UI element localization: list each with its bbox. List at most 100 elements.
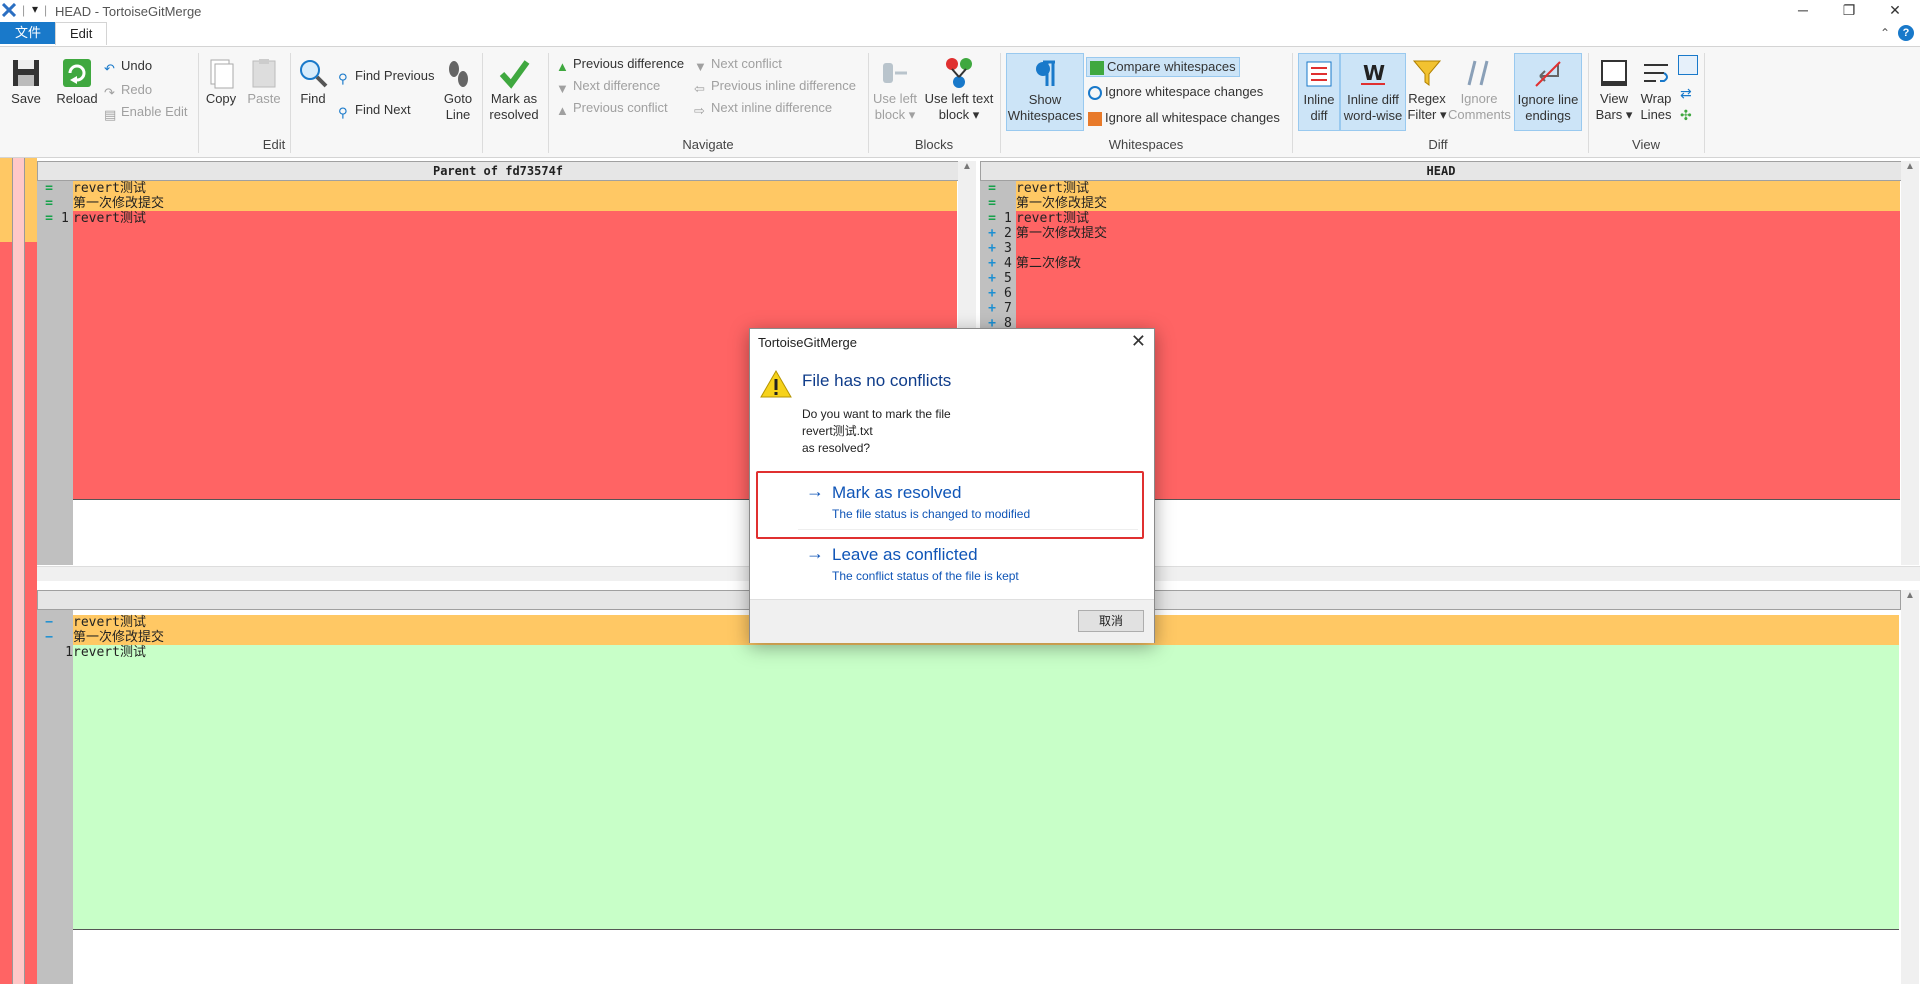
title-bar: | ▾ | HEAD - TortoiseGitMerge ─ ❐ ✕ bbox=[0, 0, 1920, 22]
use-left-text-label-2: block bbox=[938, 107, 970, 122]
dialog-body-filename: revert测试.txt bbox=[802, 424, 873, 438]
leave-as-conflicted-option[interactable]: → Leave as conflicted The conflict statu… bbox=[796, 541, 1136, 591]
copy-button[interactable]: Copy bbox=[202, 57, 240, 107]
paste-button[interactable]: Paste bbox=[244, 57, 284, 107]
show-whitespaces-button[interactable]: Show Whitespaces bbox=[1006, 53, 1084, 131]
use-left-block-label-1: Use left bbox=[872, 91, 918, 106]
code-line: = 第一次修改提交 bbox=[988, 196, 1108, 211]
ignore-all-whitespace-button[interactable]: Ignore all whitespace changes bbox=[1088, 109, 1280, 127]
tab-edit[interactable]: Edit bbox=[55, 22, 108, 45]
next-inline-difference-button[interactable]: ⇨ Next inline difference bbox=[694, 99, 833, 118]
code-line: +7 bbox=[988, 301, 1012, 316]
locator-bar-left[interactable] bbox=[0, 158, 12, 984]
ignore-line-endings-label-2: endings bbox=[1525, 108, 1571, 123]
leave-as-conflicted-option-subtitle: The conflict status of the file is kept bbox=[832, 569, 1019, 583]
arrow-right-icon: → bbox=[806, 481, 824, 501]
reload-button[interactable]: Reload bbox=[54, 57, 100, 107]
svg-text:W: W bbox=[1363, 61, 1385, 85]
next-conflict-label: Next conflict bbox=[711, 56, 782, 71]
right-lines: = revert测试 = 第一次修改提交 = 1 revert测试 +2 第一次修改提交 … bbox=[980, 181, 1880, 331]
use-left-block-button[interactable]: Use left block ▾ bbox=[872, 57, 918, 123]
prev-diff-label: Previous difference bbox=[573, 56, 685, 71]
find-button[interactable]: Find bbox=[294, 57, 332, 107]
right-vertical-scrollbar[interactable]: ▲ bbox=[1901, 161, 1919, 565]
view-bars-icon bbox=[1601, 60, 1627, 86]
bottom-resolved-block bbox=[73, 645, 1899, 930]
redo-label: Redo bbox=[121, 82, 153, 97]
regex-label-2: Filter bbox=[1407, 107, 1437, 122]
mark-resolved-label-1: Mark as bbox=[490, 91, 538, 106]
mark-as-resolved-option[interactable]: → Mark as resolved The file status is ch… bbox=[756, 471, 1144, 539]
redo-button[interactable]: ↷ Redo bbox=[104, 81, 153, 100]
previous-conflict-button[interactable]: ▲ Previous conflict bbox=[556, 99, 668, 118]
regex-filter-button[interactable]: Regex Filter ▾ bbox=[1406, 57, 1448, 123]
enable-edit-button[interactable]: ▤ Enable Edit bbox=[104, 103, 188, 122]
use-left-text-block-button[interactable]: Use left text block ▾ bbox=[922, 57, 996, 123]
locator-bar-bottom[interactable] bbox=[24, 158, 37, 984]
ignore-comments-label-1: Ignore bbox=[1460, 91, 1498, 106]
close-window-button[interactable]: ✕ bbox=[1872, 0, 1918, 22]
wrap-lines-button[interactable]: Wrap Lines bbox=[1636, 57, 1676, 123]
previous-difference-button[interactable]: ▲ Previous difference bbox=[556, 55, 685, 74]
help-icon[interactable]: ? bbox=[1898, 25, 1914, 41]
inline-diff-word-wise-button[interactable]: W Inline diff word-wise bbox=[1340, 53, 1406, 131]
next-inline-label: Next inline difference bbox=[711, 100, 833, 115]
minimize-button[interactable]: ─ bbox=[1780, 0, 1826, 22]
find-next-icon: ⚲ bbox=[338, 104, 348, 120]
footprints-icon bbox=[449, 61, 468, 87]
bottom-gutter bbox=[37, 610, 73, 984]
group-label-edit: Edit bbox=[262, 137, 286, 152]
previous-inline-difference-button[interactable]: ⇦ Previous inline difference bbox=[694, 77, 856, 96]
ribbon-tab-bar: 文件 Edit ⌃ ? bbox=[0, 22, 1920, 45]
panes-layout-icon[interactable] bbox=[1678, 55, 1698, 75]
code-line: +6 bbox=[988, 286, 1012, 301]
undo-label: Undo bbox=[121, 58, 153, 73]
ignore-whitespace-icon bbox=[1088, 85, 1102, 100]
enable-edit-label: Enable Edit bbox=[121, 104, 188, 119]
goto-line-label-2: Line bbox=[445, 107, 471, 122]
save-button[interactable]: Save bbox=[6, 57, 46, 107]
code-line: +2 第一次修改提交 bbox=[988, 226, 1108, 241]
bottom-vertical-scrollbar[interactable]: ▲ bbox=[1901, 590, 1919, 984]
tab-file[interactable]: 文件 bbox=[0, 22, 56, 44]
undo-button[interactable]: ↶ Undo bbox=[104, 57, 153, 76]
compare-whitespaces-button[interactable]: Compare whitespaces bbox=[1086, 57, 1240, 77]
group-label-navigate: Navigate bbox=[682, 137, 734, 152]
ribbon: Save Reload ↶ Undo ↷ Redo ▤ Enable Edit Cop… bbox=[0, 46, 1920, 158]
next-difference-button[interactable]: ▼ Next difference bbox=[556, 77, 660, 96]
mark-resolved-label-2: resolved bbox=[489, 107, 539, 122]
dialog-close-button[interactable]: ✕ bbox=[1131, 331, 1146, 352]
show-whitespaces-label-2: Whitespaces bbox=[1007, 108, 1083, 123]
code-line: = 1 revert测试 bbox=[988, 211, 1089, 226]
view-bars-label-2: Bars bbox=[1595, 107, 1623, 122]
ignore-line-endings-button[interactable]: Ignore line endings bbox=[1514, 53, 1582, 131]
view-bars-button[interactable]: View Bars ▾ bbox=[1594, 57, 1634, 123]
collapse-ribbon-icon[interactable]: ⌃ bbox=[1880, 26, 1890, 40]
group-label-blocks: Blocks bbox=[914, 137, 954, 152]
compare-whitespaces-icon bbox=[1090, 60, 1104, 75]
code-line: = revert测试 bbox=[45, 181, 146, 196]
collapse-all-icon[interactable]: ✣ bbox=[1680, 107, 1692, 124]
inline-diff-label-1: Inline bbox=[1303, 92, 1335, 107]
quick-access-dropdown-icon[interactable]: ▾ bbox=[32, 2, 38, 16]
warning-icon bbox=[760, 369, 792, 398]
reload-label: Reload bbox=[56, 91, 98, 106]
cancel-button[interactable]: 取消 bbox=[1078, 610, 1144, 632]
code-line: +5 bbox=[988, 271, 1012, 286]
prev-conflict-label: Previous conflict bbox=[573, 100, 668, 115]
ignore-line-endings-label-1: Ignore line bbox=[1517, 92, 1579, 107]
inline-diff-button[interactable]: Inline diff bbox=[1298, 53, 1340, 131]
pilcrow-icon bbox=[1036, 60, 1055, 86]
ignore-whitespace-changes-button[interactable]: Ignore whitespace changes bbox=[1088, 83, 1263, 101]
next-conflict-button[interactable]: ▼ Next conflict bbox=[694, 55, 782, 74]
window-title: HEAD - TortoiseGitMerge bbox=[55, 4, 202, 19]
wrap-lines-label-1: Wrap bbox=[1640, 91, 1672, 106]
find-next-button[interactable]: ⚲ Find Next bbox=[338, 101, 411, 120]
mark-as-resolved-button[interactable]: Mark as resolved bbox=[486, 57, 542, 123]
find-previous-button[interactable]: ⚲ Find Previous bbox=[338, 67, 434, 86]
goto-line-button[interactable]: Goto Line bbox=[440, 57, 476, 123]
swap-panes-icon[interactable]: ⇄ bbox=[1680, 85, 1692, 102]
maximize-button[interactable]: ❐ bbox=[1826, 0, 1872, 22]
magnifier-icon bbox=[300, 60, 328, 88]
ignore-comments-button[interactable]: Ignore Comments bbox=[1448, 57, 1511, 123]
